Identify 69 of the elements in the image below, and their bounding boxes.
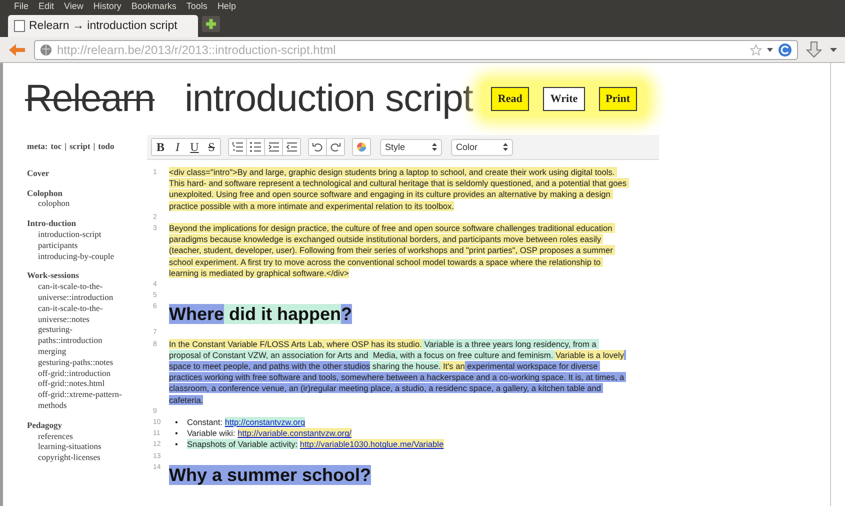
browser-tab[interactable]: Relearn → introduction script bbox=[8, 15, 198, 37]
toc-item[interactable]: colophon bbox=[27, 198, 131, 210]
menu-item[interactable]: View bbox=[64, 1, 84, 11]
heading-text: Where did it happen? bbox=[169, 303, 354, 326]
site-logo[interactable]: Relearn bbox=[25, 78, 155, 120]
toc-item[interactable]: copyright-licenses bbox=[27, 452, 131, 463]
mode-button[interactable]: Read bbox=[490, 87, 530, 111]
bullet-marker: • bbox=[175, 417, 179, 428]
toc-item[interactable]: introduction-script bbox=[27, 228, 131, 240]
bulleted-list-icon[interactable] bbox=[250, 142, 261, 152]
plus-icon[interactable] bbox=[202, 16, 220, 32]
caret-icon[interactable] bbox=[830, 48, 837, 52]
menu-item[interactable]: Edit bbox=[38, 1, 54, 11]
paragraph-text: In the Constant Variable F/LOSS Arts Lab, where OSP has its studio. Variable is a three years long residency, from a proposal of Constant VZW, an association for Arts and Media, with a focus on free culture and feminism. Variable is a lovely space to meet people, and paths with the other studios sharing the house. It's an experimental workspace for diverse practices working with free software and tools, somewhere between a hackerspace and a co-working space. It is, at times, a classroom, a conference venue, an (ir)regular meeting place, a studio, a residenc space, a gallery, a kitchen table and cafeteria. bbox=[169, 338, 628, 406]
link[interactable]: http://variable.constantvzw.org/ bbox=[238, 428, 352, 438]
meta-link[interactable]: script bbox=[70, 141, 90, 152]
color-wheel-icon[interactable] bbox=[356, 142, 367, 152]
mode-button[interactable]: Print bbox=[598, 87, 638, 111]
menu-item[interactable]: History bbox=[93, 1, 122, 11]
toc-item[interactable]: participants bbox=[27, 240, 131, 251]
separator: | bbox=[93, 141, 96, 152]
numbered-list-icon[interactable] bbox=[232, 142, 243, 152]
toc-item[interactable]: references bbox=[27, 430, 131, 442]
outdent-icon[interactable] bbox=[286, 142, 297, 152]
reload-icon[interactable] bbox=[778, 42, 792, 56]
page-title: introduction script bbox=[184, 78, 473, 120]
mode-button[interactable]: Write bbox=[543, 87, 585, 111]
toc-item[interactable]: off-grid::introduction bbox=[27, 368, 131, 378]
toc-item[interactable]: off-grid::xtreme-pattern-methods bbox=[27, 389, 131, 411]
redo-icon[interactable] bbox=[330, 142, 341, 152]
paragraph-text: <div class="intro">By and large, graphic design students bring a laptop to school, and create their work using digital tools. This hard- and software represent a technological and cultural heritage that is seldomly questioned, and a potential that goes unexploited. Using free and open source software and engaging in its culture provides an alternative by making a design practice possible with a more intimate and experimental relation to its toolbox. bbox=[169, 167, 629, 212]
caret-icon[interactable] bbox=[767, 48, 773, 52]
link[interactable]: http://constantvzw.org bbox=[224, 417, 306, 428]
updown-arrow-icon bbox=[432, 143, 437, 151]
toc-item[interactable]: introducing-by-couple bbox=[27, 250, 131, 262]
download-arrow-icon[interactable] bbox=[806, 41, 822, 58]
toc-section[interactable]: Work-sessions bbox=[27, 270, 131, 282]
meta-label: meta: bbox=[27, 141, 48, 152]
style-dropdown[interactable]: Color bbox=[451, 138, 513, 156]
toc-item[interactable]: off-grid::notes.html bbox=[27, 378, 131, 390]
meta-link[interactable]: todo bbox=[98, 141, 114, 152]
heading-text: Why a summer school? bbox=[169, 464, 372, 487]
toc-section[interactable]: Intro-duction bbox=[27, 218, 131, 229]
meta-link[interactable]: toc bbox=[50, 141, 62, 152]
toc-section[interactable]: Pedagogy bbox=[27, 420, 131, 431]
updown-arrow-icon bbox=[503, 143, 508, 151]
toc-item[interactable]: learning-situations bbox=[27, 441, 131, 452]
menu-item[interactable]: File bbox=[14, 1, 29, 11]
tab-title: Relearn → introduction script bbox=[29, 20, 178, 32]
menu-item[interactable]: Bookmarks bbox=[131, 1, 176, 11]
page-icon bbox=[14, 20, 25, 32]
bullet-marker: • bbox=[175, 428, 179, 440]
style-dropdown[interactable]: Style bbox=[380, 138, 442, 156]
list-item: Constant: http://constantvzw.org bbox=[187, 417, 306, 428]
globe-icon bbox=[40, 44, 52, 56]
link[interactable]: http://variable1030.hotglue.me/Variable bbox=[300, 439, 444, 450]
menu-item[interactable]: Help bbox=[217, 1, 236, 11]
list-item: Variable wiki: http://variable.constantvzw.org/ bbox=[187, 428, 352, 440]
list-item: Snapshots of Variable activity: http://variable1030.hotglue.me/Variable bbox=[187, 439, 444, 451]
toc-section[interactable]: Colophon bbox=[27, 188, 131, 198]
star-icon[interactable] bbox=[750, 44, 762, 56]
menu-item[interactable]: Tools bbox=[186, 1, 208, 11]
separator: | bbox=[64, 141, 66, 152]
bullet-marker: • bbox=[175, 439, 179, 451]
undo-icon[interactable] bbox=[312, 142, 323, 152]
toc-section[interactable]: Cover bbox=[27, 168, 131, 179]
indent-icon[interactable] bbox=[268, 142, 279, 152]
toc-item[interactable]: merging bbox=[27, 346, 131, 357]
toc-item[interactable]: gesturing-paths::notes bbox=[27, 356, 131, 368]
